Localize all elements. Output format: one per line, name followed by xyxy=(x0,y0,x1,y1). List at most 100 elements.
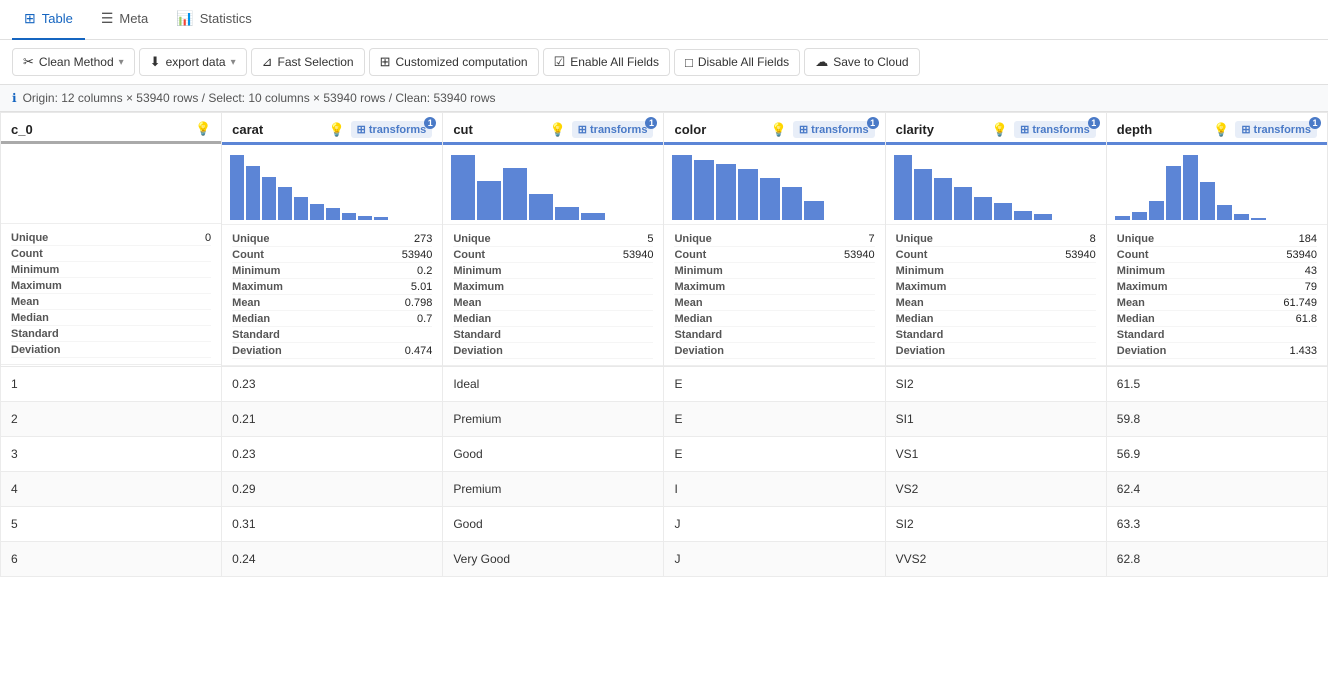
bulb-icon-depth[interactable]: 💡 xyxy=(1213,122,1229,138)
stat-mean-cut: Mean xyxy=(453,295,653,311)
stat-mean-c0: Mean xyxy=(11,294,211,310)
cell-depth-3: 56.9 xyxy=(1106,437,1327,472)
stats-area-color: Unique 7 Count 53940 Minimum Maximum xyxy=(664,225,884,366)
col-icons-c0: 💡 xyxy=(195,121,211,137)
stat-min-depth: Minimum 43 xyxy=(1117,263,1317,279)
col-name-cut: cut xyxy=(453,122,473,137)
cell-carat-6: 0.24 xyxy=(222,542,443,577)
transforms-badge-clarity[interactable]: ⊞ transforms 1 xyxy=(1014,121,1096,138)
stats-area-c0: Unique 0 Count Minimum Maximum xyxy=(1,224,221,365)
stat-median-color: Median xyxy=(674,311,874,327)
col-icons-carat: 💡 ⊞ transforms 1 xyxy=(328,121,432,138)
table-row: 2 0.21 Premium E SI1 59.8 xyxy=(1,402,1328,437)
col-header-clarity: clarity 💡 ⊞ transforms 1 xyxy=(885,113,1106,367)
cell-c0-4: 4 xyxy=(1,472,222,507)
fast-selection-label: Fast Selection xyxy=(278,55,354,69)
chart-area-cut xyxy=(443,145,663,225)
stat-max-carat: Maximum 5.01 xyxy=(232,279,432,295)
fast-selection-button[interactable]: ⊿ Fast Selection xyxy=(251,48,365,76)
col-header-c0: c_0 💡 Unique 0 Count xyxy=(1,113,222,367)
info-text: Origin: 12 columns × 53940 rows / Select… xyxy=(23,91,496,105)
transforms-badge-cut[interactable]: ⊞ transforms 1 xyxy=(572,121,654,138)
bulb-icon-cut[interactable]: 💡 xyxy=(550,122,566,138)
stat-unique-clarity: Unique 8 xyxy=(896,231,1096,247)
stat-dev-cut: Deviation xyxy=(453,343,653,359)
stats-area-carat: Unique 273 Count 53940 Minimum 0.2 Max xyxy=(222,225,442,366)
col-header-depth: depth 💡 ⊞ transforms 1 xyxy=(1106,113,1327,367)
table-row: 1 0.23 Ideal E SI2 61.5 xyxy=(1,367,1328,402)
cell-color-2: E xyxy=(664,402,885,437)
cell-depth-4: 62.4 xyxy=(1106,472,1327,507)
cell-color-1: E xyxy=(664,367,885,402)
stat-median-depth: Median 61.8 xyxy=(1117,311,1317,327)
bulb-icon-color[interactable]: 💡 xyxy=(771,122,787,138)
cell-cut-1: Ideal xyxy=(443,367,664,402)
cell-clarity-5: SI2 xyxy=(885,507,1106,542)
table-container[interactable]: c_0 💡 Unique 0 Count xyxy=(0,112,1328,685)
transforms-badge-color[interactable]: ⊞ transforms 1 xyxy=(793,121,875,138)
cell-depth-6: 62.8 xyxy=(1106,542,1327,577)
cell-depth-2: 59.8 xyxy=(1106,402,1327,437)
stat-count-c0: Count xyxy=(11,246,211,262)
info-icon: ℹ xyxy=(12,91,17,105)
col-icons-color: 💡 ⊞ transforms 1 xyxy=(771,121,875,138)
enable-all-fields-label: Enable All Fields xyxy=(570,55,659,69)
tab-meta-label: Meta xyxy=(119,11,148,26)
stat-max-color: Maximum xyxy=(674,279,874,295)
stat-unique-c0: Unique 0 xyxy=(11,230,211,246)
table-row: 3 0.23 Good E VS1 56.9 xyxy=(1,437,1328,472)
stat-std-carat: Standard xyxy=(232,327,432,343)
stat-max-depth: Maximum 79 xyxy=(1117,279,1317,295)
cell-c0-2: 2 xyxy=(1,402,222,437)
transforms-badge-carat[interactable]: ⊞ transforms 1 xyxy=(351,121,433,138)
stat-count-clarity: Count 53940 xyxy=(896,247,1096,263)
tab-meta[interactable]: ☰ Meta xyxy=(89,0,160,40)
toolbar: ✂ Clean Method ▾ ⬇ export data ▾ ⊿ Fast … xyxy=(0,40,1328,85)
stat-min-carat: Minimum 0.2 xyxy=(232,263,432,279)
stat-dev-color: Deviation xyxy=(674,343,874,359)
tab-table[interactable]: ⊞ Table xyxy=(12,0,85,40)
col-icons-cut: 💡 ⊞ transforms 1 xyxy=(550,121,654,138)
table-row: 4 0.29 Premium I VS2 62.4 xyxy=(1,472,1328,507)
stat-median-cut: Median xyxy=(453,311,653,327)
clean-method-label: Clean Method xyxy=(39,55,114,69)
enable-all-fields-button[interactable]: ☑ Enable All Fields xyxy=(543,48,670,76)
col-header-carat: carat 💡 ⊞ transforms 1 xyxy=(222,113,443,367)
cell-clarity-2: SI1 xyxy=(885,402,1106,437)
cell-carat-3: 0.23 xyxy=(222,437,443,472)
col-name-color: color xyxy=(674,122,706,137)
stat-dev-clarity: Deviation xyxy=(896,343,1096,359)
table-icon: ⊞ xyxy=(24,10,36,27)
bulb-icon-c0[interactable]: 💡 xyxy=(195,121,211,137)
stat-median-c0: Median xyxy=(11,310,211,326)
chart-area-depth xyxy=(1107,145,1327,225)
disable-all-fields-button[interactable]: □ Disable All Fields xyxy=(674,49,800,76)
transforms-badge-depth[interactable]: ⊞ transforms 1 xyxy=(1235,121,1317,138)
clean-method-button[interactable]: ✂ Clean Method ▾ xyxy=(12,48,135,76)
cell-cut-6: Very Good xyxy=(443,542,664,577)
clean-caret-icon: ▾ xyxy=(119,57,124,68)
cell-depth-5: 63.3 xyxy=(1106,507,1327,542)
cell-color-4: I xyxy=(664,472,885,507)
stat-unique-depth: Unique 184 xyxy=(1117,231,1317,247)
checkbox-icon: ☑ xyxy=(554,54,566,70)
cell-clarity-4: VS2 xyxy=(885,472,1106,507)
stat-min-cut: Minimum xyxy=(453,263,653,279)
table-row: 6 0.24 Very Good J VVS2 62.8 xyxy=(1,542,1328,577)
col-name-depth: depth xyxy=(1117,122,1152,137)
meta-icon: ☰ xyxy=(101,10,114,27)
tab-statistics[interactable]: 📊 Statistics xyxy=(164,0,263,40)
bulb-icon-carat[interactable]: 💡 xyxy=(328,122,344,138)
customized-computation-button[interactable]: ⊞ Customized computation xyxy=(369,48,539,76)
clean-icon: ✂ xyxy=(23,54,34,70)
bulb-icon-clarity[interactable]: 💡 xyxy=(992,122,1008,138)
stat-median-clarity: Median xyxy=(896,311,1096,327)
customized-computation-label: Customized computation xyxy=(396,55,528,69)
export-data-button[interactable]: ⬇ export data ▾ xyxy=(139,48,247,76)
cell-clarity-6: VVS2 xyxy=(885,542,1106,577)
stat-std-cut: Standard xyxy=(453,327,653,343)
save-to-cloud-button[interactable]: ☁ Save to Cloud xyxy=(804,48,919,76)
cell-cut-2: Premium xyxy=(443,402,664,437)
stat-dev-c0: Deviation xyxy=(11,342,211,358)
col-name-c0: c_0 xyxy=(11,122,33,137)
